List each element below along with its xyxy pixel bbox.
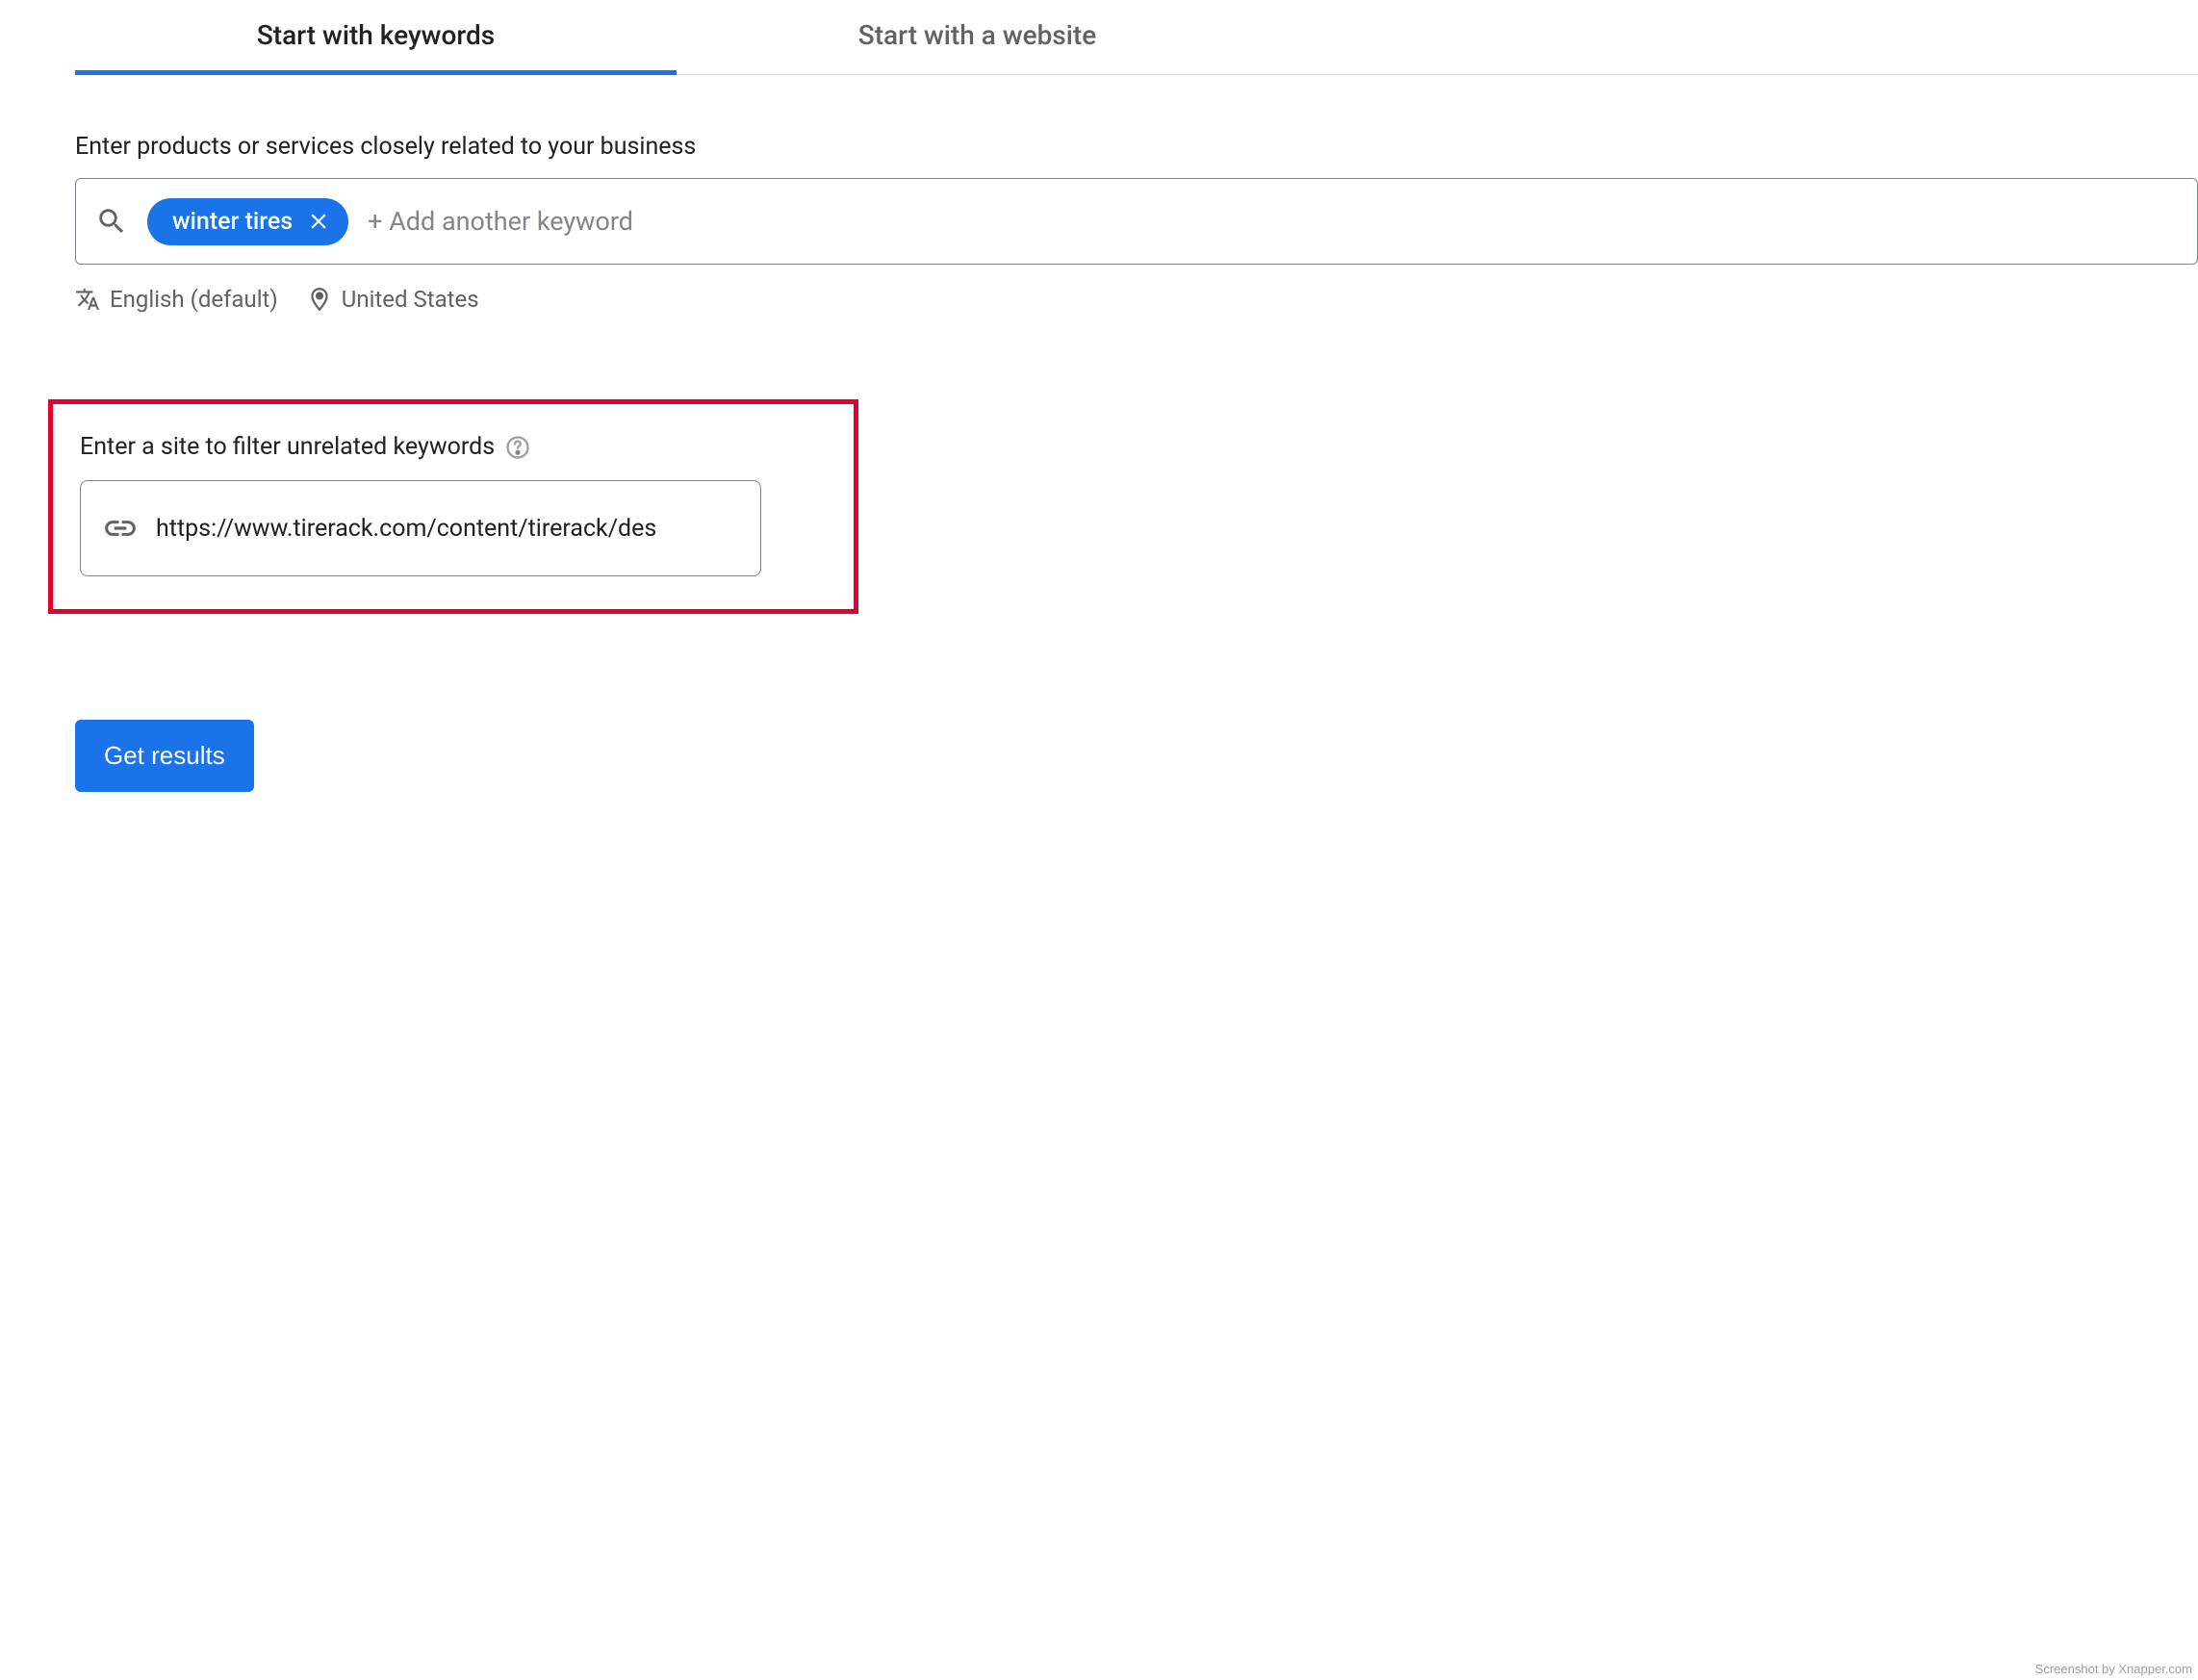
keyword-chip[interactable]: winter tires bbox=[147, 198, 348, 245]
add-keyword-placeholder[interactable]: + Add another keyword bbox=[368, 206, 633, 237]
tab-start-website[interactable]: Start with a website bbox=[677, 0, 1278, 74]
search-icon bbox=[95, 205, 128, 238]
get-results-button[interactable]: Get results bbox=[75, 720, 254, 792]
filter-section-label: Enter a site to filter unrelated keyword… bbox=[80, 433, 495, 461]
watermark: Screenshot by Xnapper.com bbox=[2035, 1662, 2192, 1676]
location-value[interactable]: United States bbox=[342, 286, 479, 313]
keyword-section-label: Enter products or services closely relat… bbox=[75, 133, 2198, 161]
filter-url-value: https://www.tirerack.com/content/tirerac… bbox=[156, 515, 656, 543]
translate-icon bbox=[75, 287, 100, 312]
tab-bar: Start with keywords Start with a website bbox=[75, 0, 2198, 75]
filter-url-input[interactable]: https://www.tirerack.com/content/tirerac… bbox=[80, 480, 761, 576]
link-icon bbox=[102, 510, 139, 547]
close-icon[interactable] bbox=[306, 209, 331, 234]
location-pin-icon bbox=[307, 287, 332, 312]
language-value[interactable]: English (default) bbox=[110, 286, 278, 313]
keyword-chip-label: winter tires bbox=[172, 208, 293, 236]
filter-site-highlight: Enter a site to filter unrelated keyword… bbox=[48, 399, 858, 614]
help-icon[interactable] bbox=[504, 434, 531, 461]
tab-start-keywords[interactable]: Start with keywords bbox=[75, 0, 677, 74]
keyword-input[interactable]: winter tires + Add another keyword bbox=[75, 178, 2198, 265]
targeting-meta: English (default) United States bbox=[75, 286, 2198, 313]
keyword-section: Enter products or services closely relat… bbox=[75, 133, 2198, 313]
